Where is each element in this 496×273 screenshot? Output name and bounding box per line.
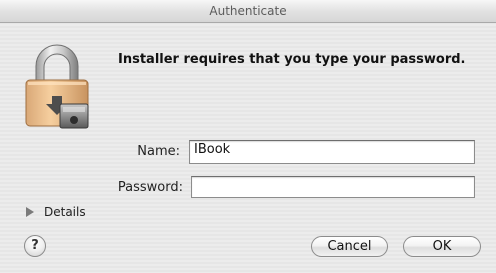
auth-message: Installer requires that you type your pa… (118, 52, 466, 67)
cancel-button[interactable]: Cancel (311, 236, 388, 257)
window-title: Authenticate (209, 4, 287, 18)
password-label: Password: (117, 180, 183, 195)
name-label: Name: (137, 144, 180, 159)
ok-button[interactable]: OK (403, 236, 481, 257)
authenticate-dialog: Authenticate Installer requires that you… (0, 0, 496, 273)
password-field[interactable] (191, 176, 475, 198)
lock-icon (25, 44, 89, 129)
help-button[interactable]: ? (24, 235, 46, 257)
disclosure-triangle-icon[interactable] (26, 207, 34, 217)
details-disclosure[interactable]: Details (26, 204, 86, 220)
details-label: Details (44, 205, 86, 219)
name-field[interactable]: IBook (189, 140, 475, 164)
title-bar[interactable]: Authenticate (0, 0, 496, 23)
